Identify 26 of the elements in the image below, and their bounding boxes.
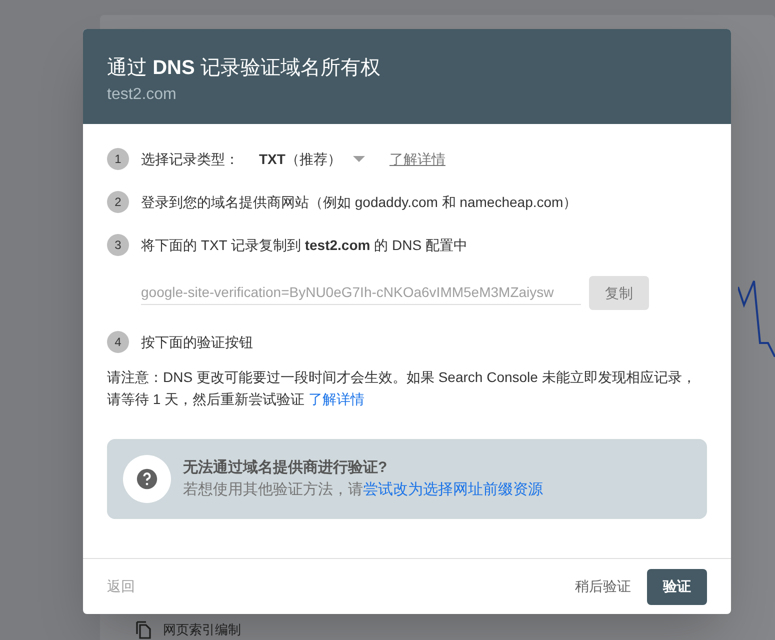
step-text: 按下面的验证按钮	[141, 332, 253, 352]
back-button[interactable]: 返回	[107, 576, 135, 597]
step-number-badge: 4	[107, 331, 129, 353]
help-text: 若想使用其他验证方法，请尝试改为选择网址前缀资源	[183, 480, 543, 500]
help-title: 无法通过域名提供商进行验证?	[183, 458, 388, 478]
copy-button[interactable]: 复制	[589, 276, 649, 310]
record-type-dropdown[interactable]: TXT（推荐）	[259, 148, 366, 170]
dns-note: 请注意：DNS 更改可能要过一段时间才会生效。如果 Search Console 未能立即发现相应记录，请等待 1 天，然后重新尝试验证 了解详情	[107, 368, 697, 409]
caret-icon	[353, 156, 366, 162]
verify-button[interactable]: 验证	[647, 568, 707, 604]
step-number-badge: 2	[107, 191, 129, 213]
step-number-badge: 3	[107, 234, 129, 256]
dialog-subtitle: test2.com	[107, 85, 178, 105]
url-prefix-link[interactable]: 尝试改为选择网址前缀资源	[363, 481, 543, 498]
step-text: 将下面的 TXT 记录复制到 test2.com 的 DNS 配置中	[141, 236, 468, 254]
copy-icon	[135, 620, 151, 639]
learn-more-link[interactable]: 了解详情	[389, 148, 446, 170]
nav-item-label[interactable]: 网页索引编制	[163, 620, 241, 640]
dialog-title: 通过 DNS 记录验证域名所有权	[107, 56, 382, 81]
step-text: 登录到您的域名提供商网站（例如 godaddy.com 和 namecheap.com）	[141, 192, 578, 212]
verify-later-button[interactable]: 稍后验证	[575, 576, 631, 597]
step-number-badge: 1	[107, 148, 129, 170]
help-icon	[136, 468, 158, 490]
step-text: 选择记录类型：	[141, 150, 239, 168]
record-value-field[interactable]: google-site-verification=ByNU0eG7Ih-cNKOa6vIMM5eM3MZaiysw	[141, 282, 581, 304]
learn-more-link[interactable]: 了解详情	[308, 391, 364, 407]
